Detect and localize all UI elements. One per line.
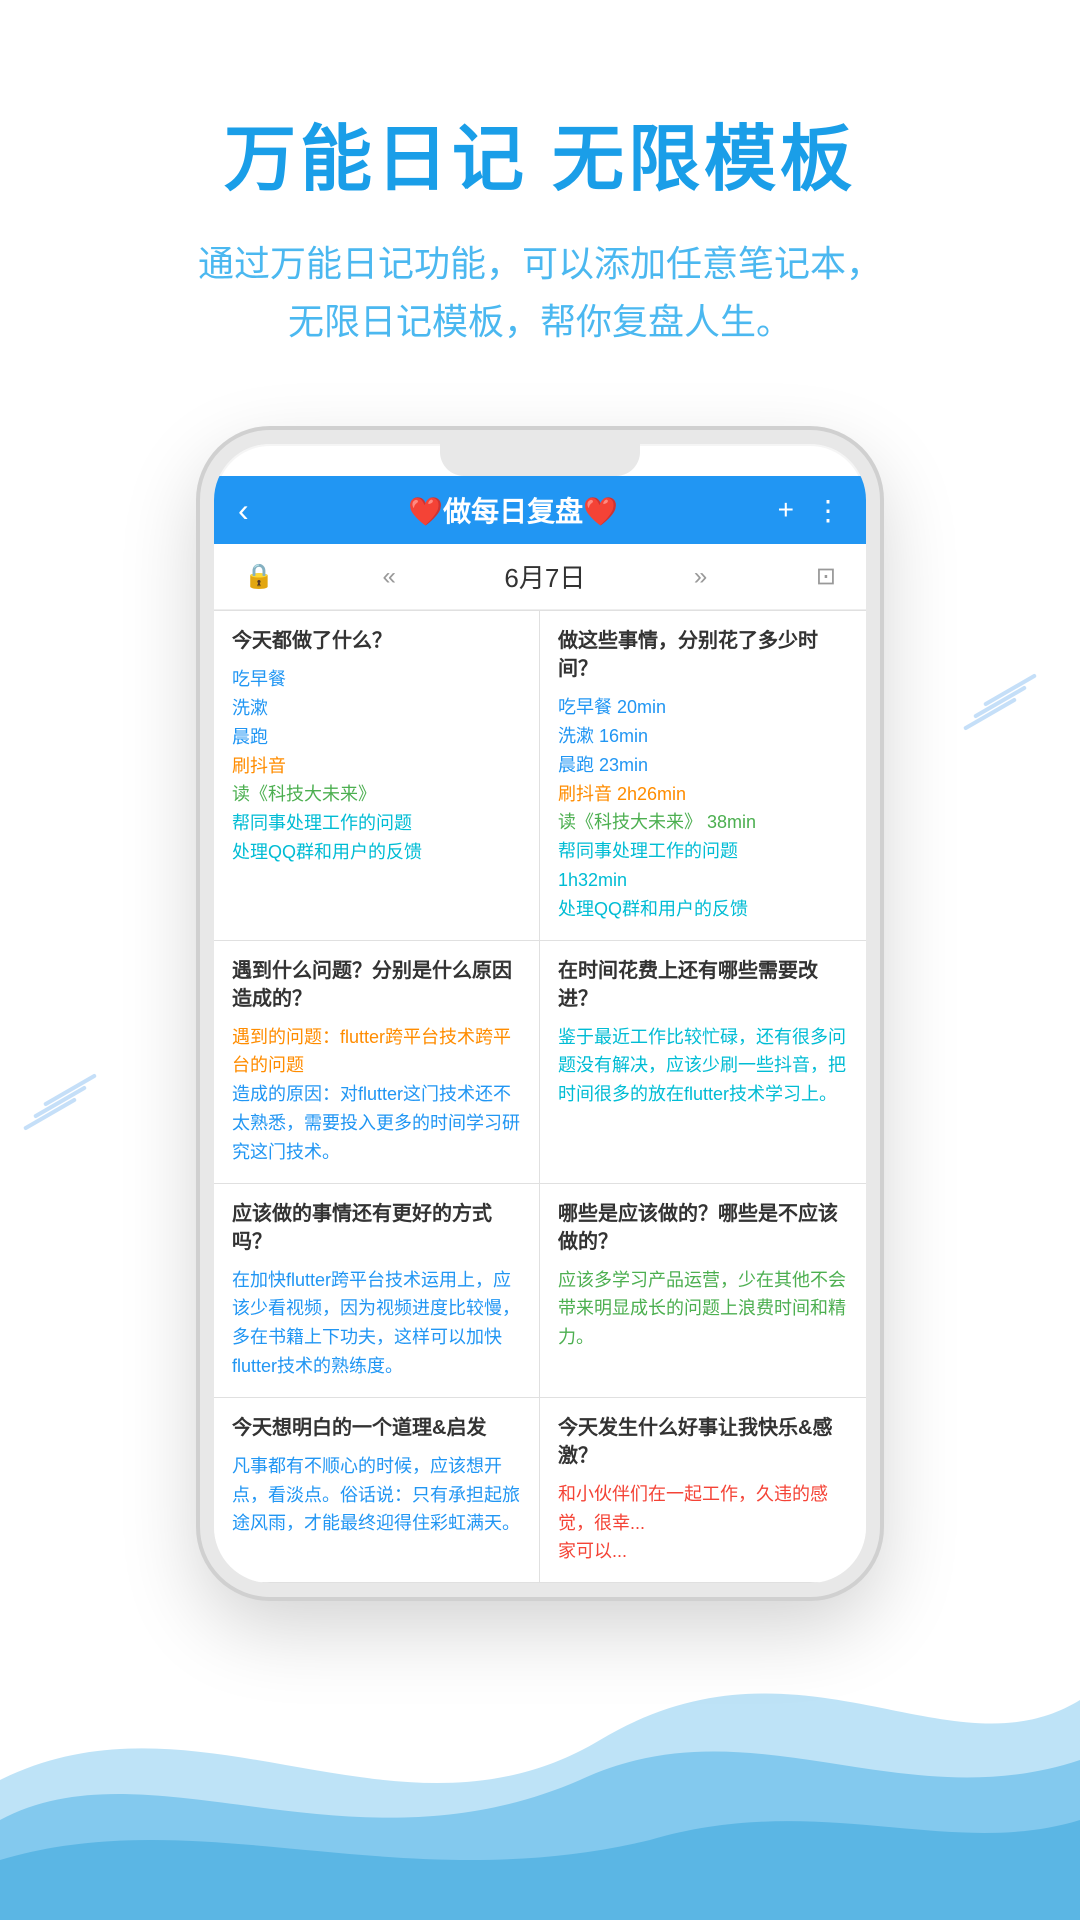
cell-3-header: 遇到什么问题？分别是什么原因造成的？ [232,957,521,1013]
add-button[interactable]: + [778,494,794,526]
cell-2-line-7: 1h32min [558,866,848,895]
cell-7-line-1: 凡事都有不顺心的时候，应该想开点，看淡点。俗话说：只有承担起旅途风雨，才能最终迎… [232,1452,521,1538]
cell-2-line-2: 洗漱 16min [558,722,848,751]
cell-2-header: 做这些事情，分别花了多少时间？ [558,627,848,683]
cell-6-content: 应该多学习产品运营，少在其他不会带来明显成长的问题上浪费时间和精力。 [558,1266,848,1352]
phone-frame: ‹ ❤️做每日复盘❤️ + ⋮ 🔒 « 6月7日 » ⊡ 今天都做了什么？ [200,430,880,1597]
hero-subtitle: 通过万能日记功能，可以添加任意笔记本， 无限日记模板，帮你复盘人生。 [60,235,1020,350]
cell-3-line-1: 遇到的问题：flutter跨平台技术跨平台的问题 [232,1023,521,1081]
cell-2-line-6: 帮同事处理工作的问题 [558,837,848,866]
subtitle-line1: 通过万能日记功能，可以添加任意笔记本， [60,235,1020,293]
cell-1-header: 今天都做了什么？ [232,627,521,655]
grid-cell-2: 做这些事情，分别花了多少时间？ 吃早餐 20min 洗漱 16min 晨跑 23… [540,611,866,940]
grid-cell-6: 哪些是应该做的？哪些是不应该做的？ 应该多学习产品运营，少在其他不会带来明显成长… [540,1184,866,1398]
cell-2-line-8: 处理QQ群和用户的反馈 [558,895,848,924]
cell-4-line-1: 鉴于最近工作比较忙碌，还有很多问题没有解决，应该少刷一些抖音，把时间很多的放在f… [558,1023,848,1109]
cell-2-content: 吃早餐 20min 洗漱 16min 晨跑 23min 刷抖音 2h26min … [558,693,848,923]
subtitle-line2: 无限日记模板，帮你复盘人生。 [60,293,1020,351]
cell-4-header: 在时间花费上还有哪些需要改进？ [558,957,848,1013]
lock-icon[interactable]: 🔒 [244,562,274,591]
next-date-button[interactable]: » [694,563,707,591]
cell-1-line-3: 晨跑 [232,723,521,752]
hero-title: 万能日记 无限模板 [60,100,1020,205]
phone-notch [440,444,640,476]
date-nav: 🔒 « 6月7日 » ⊡ [214,544,866,610]
journal-grid: 今天都做了什么？ 吃早餐 洗漱 晨跑 刷抖音 读《科技大未来》 帮同事处理工作的… [214,610,866,1583]
cell-4-content: 鉴于最近工作比较忙碌，还有很多问题没有解决，应该少刷一些抖音，把时间很多的放在f… [558,1023,848,1109]
phone-mockup: ‹ ❤️做每日复盘❤️ + ⋮ 🔒 « 6月7日 » ⊡ 今天都做了什么？ [200,430,880,1597]
cell-8-line-1: 和小伙伴们在一起工作，久违的感觉，很幸... [558,1480,848,1538]
grid-cell-1: 今天都做了什么？ 吃早餐 洗漱 晨跑 刷抖音 读《科技大未来》 帮同事处理工作的… [214,611,540,940]
deco-line-5 [33,1085,87,1118]
cell-5-content: 在加快flutter跨平台技术运用上，应该少看视频，因为视频进度比较慢，多在书籍… [232,1266,521,1381]
current-date: 6月7日 [504,558,585,595]
cell-8-line-2: 家可以... [558,1537,848,1566]
cell-5-line-1: 在加快flutter跨平台技术运用上，应该少看视频，因为视频进度比较慢，多在书籍… [232,1266,521,1381]
cell-6-header: 哪些是应该做的？哪些是不应该做的？ [558,1200,848,1256]
hero-section: 万能日记 无限模板 通过万能日记功能，可以添加任意笔记本， 无限日记模板，帮你复… [0,0,1080,400]
cell-2-line-4: 刷抖音 2h26min [558,780,848,809]
cell-8-content: 和小伙伴们在一起工作，久违的感觉，很幸... 家可以... [558,1480,848,1566]
cell-5-header: 应该做的事情还有更好的方式吗？ [232,1200,521,1256]
cell-6-line-1: 应该多学习产品运营，少在其他不会带来明显成长的问题上浪费时间和精力。 [558,1266,848,1352]
expand-icon[interactable]: ⊡ [816,562,836,591]
cell-1-line-2: 洗漱 [232,694,521,723]
cell-1-line-6: 帮同事处理工作的问题 [232,809,521,838]
grid-cell-4: 在时间花费上还有哪些需要改进？ 鉴于最近工作比较忙碌，还有很多问题没有解决，应该… [540,941,866,1184]
cell-3-line-2: 造成的原因：对flutter这门技术还不太熟悉，需要投入更多的时间学习研究这门技… [232,1080,521,1166]
app-header: ‹ ❤️做每日复盘❤️ + ⋮ [214,476,866,544]
prev-date-button[interactable]: « [382,563,395,591]
header-icons: + ⋮ [778,494,842,527]
cell-8-header: 今天发生什么好事让我快乐&感激？ [558,1414,848,1470]
cell-3-content: 遇到的问题：flutter跨平台技术跨平台的问题 造成的原因：对flutter这… [232,1023,521,1167]
grid-cell-8: 今天发生什么好事让我快乐&感激？ 和小伙伴们在一起工作，久违的感觉，很幸... … [540,1398,866,1583]
cell-7-content: 凡事都有不顺心的时候，应该想开点，看淡点。俗话说：只有承担起旅途风雨，才能最终迎… [232,1452,521,1538]
bottom-wave-container [0,1580,1080,1920]
more-button[interactable]: ⋮ [814,494,842,527]
cell-2-line-5: 读《科技大未来》 38min [558,808,848,837]
grid-cell-3: 遇到什么问题？分别是什么原因造成的？ 遇到的问题：flutter跨平台技术跨平台… [214,941,540,1184]
cell-2-line-3: 晨跑 23min [558,751,848,780]
app-title: ❤️做每日复盘❤️ [249,490,778,530]
back-button[interactable]: ‹ [238,492,249,529]
bottom-wave-svg [0,1580,1080,1920]
deco-lines-left [30,1080,100,1124]
deco-lines-right [970,680,1040,724]
grid-cell-7: 今天想明白的一个道理&启发 凡事都有不顺心的时候，应该想开点，看淡点。俗话说：只… [214,1398,540,1583]
cell-1-line-7: 处理QQ群和用户的反馈 [232,838,521,867]
page-wrapper: 万能日记 无限模板 通过万能日记功能，可以添加任意笔记本， 无限日记模板，帮你复… [0,0,1080,1920]
cell-2-line-1: 吃早餐 20min [558,693,848,722]
cell-1-line-5: 读《科技大未来》 [232,780,521,809]
cell-7-header: 今天想明白的一个道理&启发 [232,1414,521,1442]
grid-cell-5: 应该做的事情还有更好的方式吗？ 在加快flutter跨平台技术运用上，应该少看视… [214,1184,540,1398]
cell-1-line-1: 吃早餐 [232,665,521,694]
cell-1-content: 吃早餐 洗漱 晨跑 刷抖音 读《科技大未来》 帮同事处理工作的问题 处理QQ群和… [232,665,521,867]
deco-line-2 [973,685,1027,718]
cell-1-line-4: 刷抖音 [232,752,521,781]
